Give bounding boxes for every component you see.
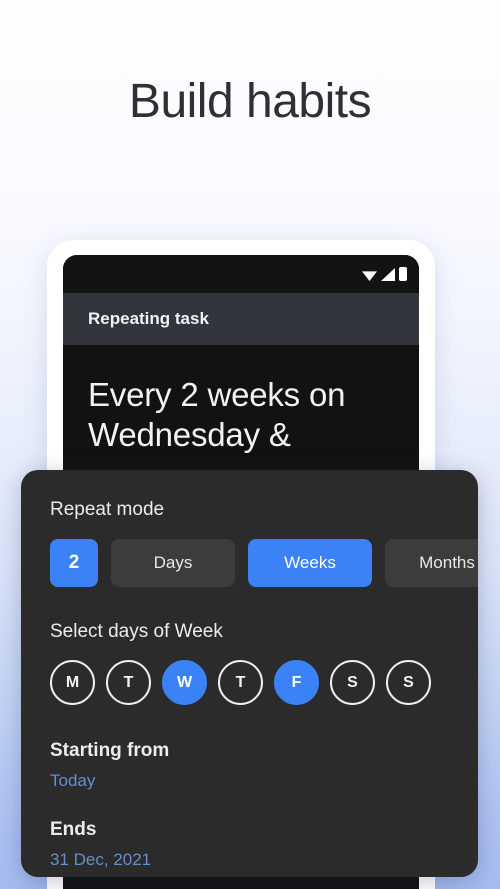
ends-label: Ends xyxy=(50,819,97,840)
status-bar xyxy=(63,255,419,293)
task-summary-text: Every 2 weeks on Wednesday & xyxy=(88,376,346,454)
repeat-mode-option-weeks[interactable]: Weeks xyxy=(248,539,372,587)
weekday-selector: M T W T F S S xyxy=(21,660,478,705)
repeat-mode-label: Repeat mode xyxy=(50,499,165,520)
page-title: Build habits xyxy=(128,75,372,128)
weekday-friday[interactable]: F xyxy=(274,660,319,705)
weekday-thursday[interactable]: T xyxy=(218,660,263,705)
app-bar: Repeating task xyxy=(63,293,419,345)
starting-from-label: Starting from xyxy=(50,740,170,761)
wifi-icon xyxy=(362,271,377,281)
app-bar-title: Repeating task xyxy=(88,309,209,328)
status-bar-icons xyxy=(362,266,407,281)
weekday-tuesday[interactable]: T xyxy=(106,660,151,705)
promo-screenshot: Build habits Repeating task Every 2 week… xyxy=(0,0,500,889)
weekday-saturday[interactable]: S xyxy=(330,660,375,705)
weekday-sunday[interactable]: S xyxy=(386,660,431,705)
repeat-mode-option-days[interactable]: Days xyxy=(111,539,235,587)
cellular-signal-icon xyxy=(381,268,395,281)
repeat-count-stepper[interactable]: 2 xyxy=(50,539,98,587)
select-days-label: Select days of Week xyxy=(50,621,223,642)
repeat-mode-options: 2 Days Weeks Months xyxy=(21,539,478,587)
repeat-settings-sheet: Repeat mode 2 Days Weeks Months Select d… xyxy=(21,470,478,877)
ends-value[interactable]: 31 Dec, 2021 xyxy=(50,841,449,870)
repeat-mode-option-months[interactable]: Months xyxy=(385,539,478,587)
starting-from-value[interactable]: Today xyxy=(50,762,449,791)
weekday-wednesday[interactable]: W xyxy=(162,660,207,705)
battery-icon xyxy=(399,267,407,281)
weekday-monday[interactable]: M xyxy=(50,660,95,705)
